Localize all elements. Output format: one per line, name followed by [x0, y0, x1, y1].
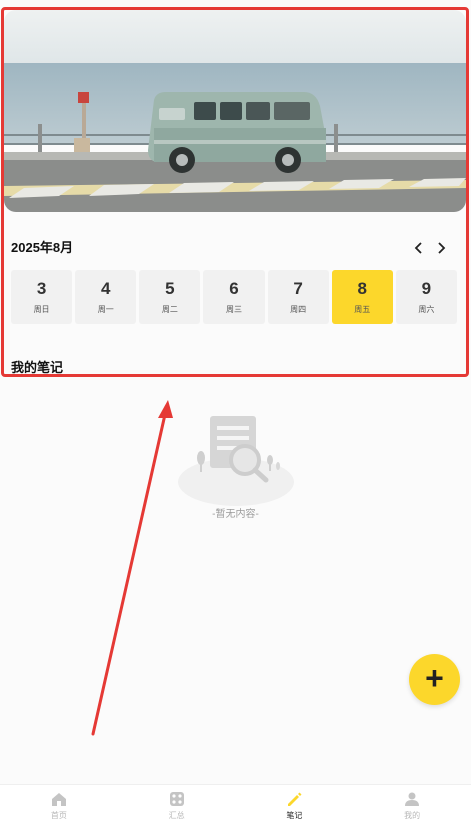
day-weekday: 周四	[290, 305, 307, 314]
day-cell-monday[interactable]: 4 周一	[75, 270, 137, 324]
next-week-button[interactable]	[432, 239, 450, 257]
day-weekday: 周一	[97, 305, 114, 314]
day-cell-sunday[interactable]: 3 周日	[11, 270, 73, 324]
day-weekday: 周三	[225, 305, 242, 314]
tab-summary[interactable]: 汇总	[118, 785, 236, 826]
day-number: 7	[293, 279, 303, 298]
tab-notes[interactable]: 笔记	[236, 785, 354, 826]
chevron-right-icon	[438, 242, 446, 254]
day-cell-saturday[interactable]: 9 周六	[395, 270, 457, 324]
banner-image	[4, 10, 466, 212]
calendar-month-label: 2025年8月	[11, 240, 74, 255]
tab-home[interactable]: 首页	[0, 785, 118, 826]
day-number: 9	[421, 279, 432, 298]
tab-profile[interactable]: 我的	[353, 785, 471, 826]
day-cell-wednesday[interactable]: 6 周三	[203, 270, 265, 324]
chevron-left-icon	[414, 242, 422, 254]
user-icon	[405, 792, 420, 806]
day-number: 4	[100, 279, 111, 298]
tab-label: 笔记	[286, 811, 303, 820]
day-weekday: 周五	[354, 305, 371, 314]
day-number: 5	[165, 279, 175, 298]
week-day-strip: 3 周日 4 周一 5 周二 6 周三 7 周四 8 周五 9 周六	[11, 270, 457, 324]
plus-icon: +	[425, 660, 444, 696]
home-icon	[51, 793, 66, 806]
day-cell-friday-selected[interactable]: 8 周五	[331, 270, 393, 324]
day-number: 8	[357, 279, 367, 298]
empty-state-illustration	[176, 410, 296, 510]
notes-section-title: 我的笔记	[11, 360, 64, 375]
tab-label: 汇总	[168, 811, 185, 820]
empty-state-text: -暂无内容-	[212, 509, 259, 520]
day-number: 3	[36, 279, 47, 298]
notes-page: 2025年8月 3 周日 4 周一 5 周二 6 周三 7 周四 8 周五 9 …	[0, 0, 471, 826]
pencil-icon	[288, 792, 302, 806]
tab-label: 我的	[404, 811, 421, 820]
add-note-button[interactable]: +	[409, 654, 460, 705]
day-weekday: 周日	[33, 305, 50, 314]
tab-label: 首页	[50, 811, 67, 820]
grid-icon	[169, 792, 184, 806]
day-weekday: 周二	[161, 305, 178, 314]
day-cell-tuesday[interactable]: 5 周二	[139, 270, 201, 324]
day-number: 6	[229, 279, 239, 298]
day-weekday: 周六	[418, 305, 435, 314]
bottom-tab-bar: 首页 汇总 笔记 我的	[0, 784, 471, 826]
previous-week-button[interactable]	[410, 239, 428, 257]
day-cell-thursday[interactable]: 7 周四	[267, 270, 329, 324]
